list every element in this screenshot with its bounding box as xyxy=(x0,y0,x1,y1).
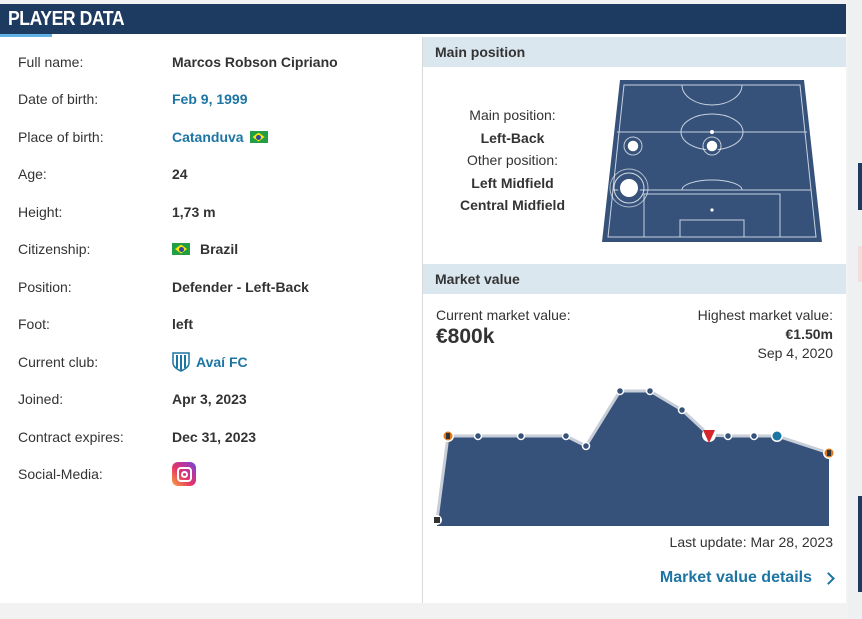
info-value: Dec 31, 2023 xyxy=(172,429,257,445)
club-marker-icon xyxy=(442,430,454,442)
chart-point xyxy=(723,431,733,441)
info-value: left xyxy=(172,316,193,332)
info-value: Marcos Robson Cipriano xyxy=(172,54,338,70)
main-position-value: Left-Back xyxy=(480,129,545,146)
place-of-birth-link[interactable]: Catanduva xyxy=(172,126,244,148)
social-media-links xyxy=(172,462,196,486)
main-position-label: Main position: xyxy=(469,107,556,123)
chart-point xyxy=(581,441,591,451)
info-label: Current club: xyxy=(18,354,99,370)
chart-point xyxy=(615,386,625,396)
other-position-value: Central Midfield xyxy=(459,197,565,213)
highest-market-value: €1.50m xyxy=(785,326,833,342)
current-market-value-label: Current market value: xyxy=(436,307,571,323)
chart-point xyxy=(749,431,759,441)
market-value-title: Market value xyxy=(435,271,520,287)
info-label: Age: xyxy=(18,166,47,182)
market-value-details-link[interactable]: Market value details xyxy=(660,569,835,587)
info-label: Height: xyxy=(18,204,63,220)
current-market-value: €800k xyxy=(436,325,495,348)
info-value: Apr 3, 2023 xyxy=(172,391,247,407)
info-label: Social-Media: xyxy=(18,466,103,482)
main-position-title: Main position xyxy=(435,44,526,60)
last-update-text: Last update: Mar 28, 2023 xyxy=(669,534,833,550)
chart-point xyxy=(677,405,687,415)
bottom-gap xyxy=(0,603,846,619)
chart-area xyxy=(437,391,829,526)
club-marker-icon xyxy=(823,447,835,459)
current-club-link[interactable]: Avaí FC xyxy=(196,351,248,373)
market-value-header: Market value xyxy=(423,264,846,294)
page-edge-mark xyxy=(858,496,862,592)
section-header: PLAYER DATA xyxy=(0,4,846,37)
info-label: Foot: xyxy=(18,316,50,332)
citizenship-value: Brazil xyxy=(172,238,238,260)
info-value: 1,73 m xyxy=(172,204,216,220)
info-label: Joined: xyxy=(18,391,64,407)
page-edge-mark xyxy=(858,246,862,282)
chart-point xyxy=(561,431,571,441)
info-label: Date of birth: xyxy=(18,91,99,107)
current-club-value: Avaí FC xyxy=(172,351,248,373)
brazil-flag-icon xyxy=(172,243,190,255)
date-of-birth-link[interactable]: Feb 9, 1999 xyxy=(172,88,248,110)
club-marker-icon xyxy=(771,430,783,442)
pitch-diagram xyxy=(602,80,822,242)
info-value: Defender - Left-Back xyxy=(172,279,309,295)
chevron-right-icon xyxy=(822,571,835,585)
position-text-block: Main position: Left-Back Other position:… xyxy=(440,104,585,217)
brazil-flag-icon xyxy=(249,131,268,143)
info-label: Place of birth: xyxy=(18,129,104,145)
main-position-header: Main position xyxy=(423,37,846,67)
info-label: Citizenship: xyxy=(18,241,91,257)
info-label: Full name: xyxy=(18,54,84,70)
info-label: Contract expires: xyxy=(18,429,124,445)
citizenship-text: Brazil xyxy=(200,241,239,257)
other-position-value: Left Midfield xyxy=(471,174,554,191)
club-marker-icon xyxy=(432,515,442,525)
chart-point xyxy=(473,431,483,441)
market-value-details-label[interactable]: Market value details xyxy=(660,569,812,587)
position-marker-central-midfield xyxy=(702,136,722,156)
highest-market-value-date: Sep 4, 2020 xyxy=(757,345,833,361)
instagram-icon[interactable] xyxy=(172,462,196,486)
avai-crest-icon[interactable] xyxy=(172,352,190,372)
info-value: 24 xyxy=(172,166,188,182)
position-marker-left-midfield xyxy=(623,136,643,156)
column-divider xyxy=(422,37,423,603)
market-value-chart[interactable] xyxy=(432,383,837,533)
chart-point xyxy=(645,386,655,396)
info-label: Position: xyxy=(18,279,72,295)
chart-point xyxy=(516,431,526,441)
highest-market-value-label: Highest market value: xyxy=(697,307,833,323)
page-edge-mark xyxy=(858,163,862,210)
place-of-birth-value: Catanduva xyxy=(172,126,268,148)
page-title: PLAYER DATA xyxy=(8,8,125,30)
other-position-label: Other position: xyxy=(466,152,559,168)
